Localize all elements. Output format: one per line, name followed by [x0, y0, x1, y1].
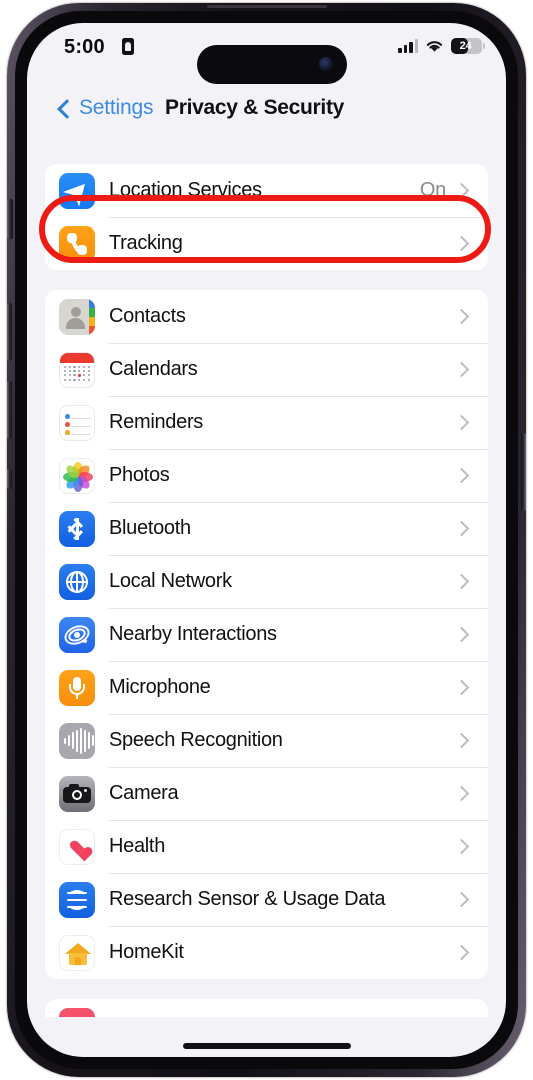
chevron-right-icon [453, 679, 470, 696]
reminders-icon [59, 404, 95, 441]
chevron-right-icon [453, 467, 470, 484]
speech-recognition-icon [59, 722, 95, 759]
row-label: Research Sensor & Usage Data [109, 888, 386, 910]
settings-list[interactable]: Location Services On Tracking Contacts C… [27, 140, 506, 1057]
row-label: Local Network [109, 570, 232, 592]
chevron-right-icon [453, 308, 470, 325]
row-nearby-interactions[interactable]: Nearby Interactions [45, 608, 488, 661]
research-sensor-icon [59, 881, 95, 918]
row-label: Nearby Interactions [109, 623, 277, 645]
contacts-icon [59, 298, 95, 335]
row-speech-recognition[interactable]: Speech Recognition [45, 714, 488, 767]
status-bar-time: 5:00 [64, 36, 105, 58]
chevron-right-icon [453, 361, 470, 378]
cellular-signal-icon [398, 39, 418, 53]
navigation-bar: Settings Privacy & Security [27, 84, 506, 140]
local-network-icon [59, 563, 95, 600]
phone-screen: 5:00 24 Settings Privacy & Security Loca… [27, 23, 506, 1057]
home-indicator[interactable] [182, 1043, 351, 1049]
camera-icon [59, 775, 95, 812]
row-reminders[interactable]: Reminders [45, 396, 488, 449]
bluetooth-icon [59, 510, 95, 547]
chevron-right-icon [453, 182, 470, 199]
calendars-icon [59, 351, 95, 388]
row-label: Contacts [109, 305, 186, 327]
nearby-interactions-icon [59, 616, 95, 653]
row-photos[interactable]: Photos [45, 449, 488, 502]
action-button[interactable] [7, 199, 13, 239]
row-tracking[interactable]: Tracking [45, 217, 488, 270]
back-button-label: Settings [79, 96, 154, 119]
location-services-icon [59, 172, 95, 209]
volume-down-button[interactable] [7, 381, 12, 439]
media-and-apple-music-icon [59, 1007, 95, 1017]
chevron-left-icon [57, 98, 77, 119]
front-camera-icon [319, 57, 333, 71]
row-camera[interactable]: Camera [45, 767, 488, 820]
row-label: Health [109, 835, 166, 857]
tracking-icon [59, 225, 95, 262]
row-health[interactable]: Health [45, 820, 488, 873]
battery-level-label: 24 [459, 40, 472, 52]
chevron-right-icon [453, 235, 470, 252]
power-button[interactable] [521, 433, 526, 511]
chevron-right-icon [453, 573, 470, 590]
row-value-location-state: On [419, 179, 446, 201]
status-bar-indicators: 24 [398, 38, 485, 54]
health-icon [59, 828, 95, 865]
row-homekit[interactable]: HomeKit [45, 926, 488, 979]
volume-up-button[interactable] [7, 303, 12, 361]
settings-group-primary: Location Services On Tracking [39, 164, 491, 270]
homekit-icon [59, 934, 95, 971]
battery-icon: 24 [451, 38, 485, 54]
chevron-right-icon [453, 732, 470, 749]
row-contacts[interactable]: Contacts [45, 290, 488, 343]
chevron-right-icon [453, 626, 470, 643]
privacy-recording-indicator-icon [122, 38, 134, 55]
chevron-right-icon [453, 414, 470, 431]
chevron-right-icon [453, 891, 470, 908]
row-label: Photos [109, 464, 170, 486]
row-label: Tracking [109, 232, 183, 254]
photos-icon [59, 457, 95, 494]
row-research-sensor-usage-data[interactable]: Research Sensor & Usage Data [45, 873, 488, 926]
row-calendars[interactable]: Calendars [45, 343, 488, 396]
settings-group-app-permissions: Contacts Calendars Reminders Photos Blue… [45, 290, 488, 979]
page-title: Privacy & Security [165, 96, 345, 119]
phone-device-frame: 5:00 24 Settings Privacy & Security Loca… [7, 3, 526, 1077]
row-label: HomeKit [109, 941, 184, 963]
row-label: Camera [109, 782, 179, 804]
row-label: Microphone [109, 676, 211, 698]
row-label: Calendars [109, 358, 198, 380]
chevron-right-icon [453, 520, 470, 537]
row-label: Bluetooth [109, 517, 191, 539]
row-location-services[interactable]: Location Services On [45, 164, 488, 217]
row-bluetooth[interactable]: Bluetooth [45, 502, 488, 555]
row-label: Speech Recognition [109, 729, 283, 751]
row-local-network[interactable]: Local Network [45, 555, 488, 608]
sim-tray [7, 469, 12, 489]
row-label: Location Services [109, 179, 262, 201]
microphone-icon [59, 669, 95, 706]
chevron-right-icon [453, 785, 470, 802]
frame-antenna-seam [207, 5, 327, 8]
chevron-right-icon [453, 838, 470, 855]
back-button-settings[interactable]: Settings [57, 96, 154, 120]
dynamic-island[interactable] [197, 45, 347, 84]
row-media-and-apple-music[interactable] [45, 999, 488, 1017]
settings-group-partial [45, 999, 488, 1017]
chevron-right-icon [453, 944, 470, 961]
wifi-icon [426, 41, 443, 52]
row-label: Reminders [109, 411, 203, 433]
row-microphone[interactable]: Microphone [45, 661, 488, 714]
